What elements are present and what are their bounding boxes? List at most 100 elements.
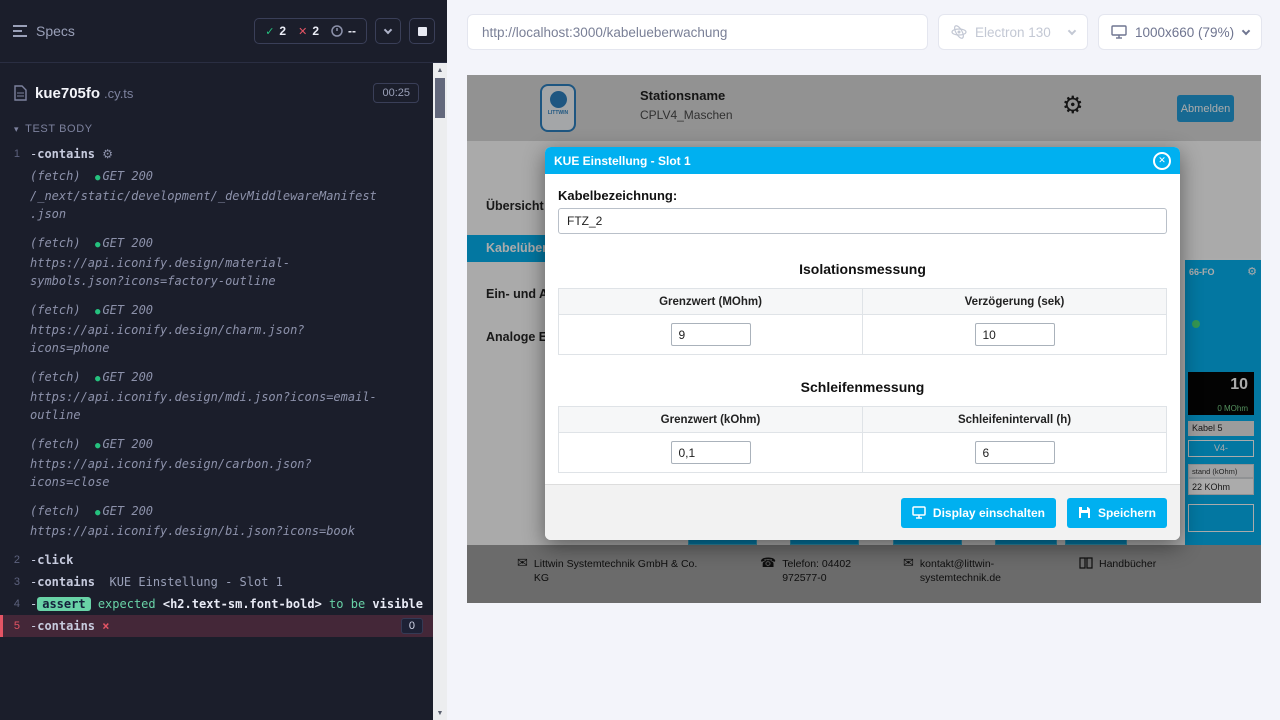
loop-grenzwert-input[interactable] <box>671 441 751 464</box>
fetch-status: GET 200 <box>102 504 153 518</box>
command-log: kue705fo .cy.ts 00:25 ▾ TEST BODY 1 cont… <box>0 63 433 720</box>
chevron-down-icon <box>1068 26 1076 34</box>
dialog-title: KUE Einstellung - Slot 1 <box>554 154 691 168</box>
monitor-icon <box>1111 25 1127 39</box>
status-dot-icon: ● <box>95 441 100 451</box>
command-row-assert[interactable]: 4 assert expected <h2.text-sm.font-bold>… <box>0 593 433 615</box>
specs-menu-button[interactable]: Specs <box>12 23 75 39</box>
save-label: Speichern <box>1098 506 1156 520</box>
aut-toolbar: Electron 130 1000x660 (79%) <box>447 0 1280 64</box>
network-log-row[interactable]: (fetch) ●GET 200 https://api.iconify.des… <box>0 299 433 359</box>
command-row[interactable]: 2 click <box>0 549 433 571</box>
status-dot-icon: ● <box>95 173 100 183</box>
assert-to: to <box>329 597 343 611</box>
command-number: 4 <box>0 595 30 610</box>
save-button[interactable]: Speichern <box>1067 498 1167 528</box>
fetch-url: https://api.iconify.design/bi.json?icons… <box>30 522 382 540</box>
pending-count: -- <box>331 24 356 38</box>
assert-expected: expected <box>98 597 156 611</box>
isolation-section-title: Isolationsmessung <box>558 261 1167 277</box>
fetch-url: https://api.iconify.design/mdi.json?icon… <box>30 388 382 424</box>
caret-down-icon: ▾ <box>14 124 19 135</box>
fetch-label: (fetch) <box>30 370 81 384</box>
cable-name-input[interactable] <box>558 208 1167 234</box>
fetch-status: GET 200 <box>102 437 153 451</box>
loop-col-grenzwert: Grenzwert (kOhm) <box>559 407 863 433</box>
spec-duration-badge: 00:25 <box>373 83 419 103</box>
gear-icon: ⚙ <box>102 147 113 161</box>
status-dot-icon: ● <box>95 307 100 317</box>
scroll-up-icon[interactable]: ▲ <box>433 63 447 77</box>
command-number: 5 <box>3 617 30 632</box>
stop-tests-button[interactable] <box>409 18 435 44</box>
spec-name: kue705fo <box>35 85 100 102</box>
element-count-badge: 0 <box>401 618 423 634</box>
clock-icon <box>331 25 343 37</box>
network-log-row[interactable]: (fetch) ●GET 200 /_next/static/developme… <box>0 165 433 225</box>
spec-file-icon <box>14 85 27 101</box>
failed-argument: × <box>102 619 109 633</box>
address-bar[interactable] <box>467 14 928 50</box>
command-method: contains <box>37 619 95 633</box>
close-icon[interactable]: ✕ <box>1153 152 1171 170</box>
assert-method: assert <box>37 597 90 611</box>
chevron-down-icon <box>1242 26 1250 34</box>
status-dot-icon: ● <box>95 508 100 518</box>
fetch-url: https://api.iconify.design/carbon.json?i… <box>30 455 382 491</box>
isolation-table: Grenzwert (MOhm) Verzögerung (sek) <box>558 288 1167 355</box>
passed-number: 2 <box>279 24 286 38</box>
cross-icon: ✕ <box>298 25 307 38</box>
assert-target: <h2.text-sm.font-bold> <box>163 597 322 611</box>
command-message: KUE Einstellung - Slot 1 <box>109 575 282 589</box>
viewport-select[interactable]: 1000x660 (79%) <box>1098 14 1262 50</box>
loop-intervall-input[interactable] <box>975 441 1055 464</box>
fetch-url: /_next/static/development/_devMiddleware… <box>30 187 382 223</box>
iso-verzoegerung-input[interactable] <box>975 323 1055 346</box>
network-log-row[interactable]: (fetch) ●GET 200 https://api.iconify.des… <box>0 433 433 493</box>
command-method: click <box>37 553 73 567</box>
browser-label: Electron 130 <box>975 25 1051 40</box>
reporter-scrollbar[interactable]: ▲ ▼ <box>433 63 447 720</box>
network-log-row[interactable]: (fetch) ●GET 200 https://api.iconify.des… <box>0 500 433 542</box>
specs-label: Specs <box>36 23 75 39</box>
command-row-failed[interactable]: 5 contains × 0 <box>0 615 433 637</box>
fetch-label: (fetch) <box>30 437 81 451</box>
loop-col-intervall: Schleifenintervall (h) <box>863 407 1167 433</box>
command-method: contains <box>37 575 95 589</box>
assert-state: visible <box>372 597 423 611</box>
command-method: contains <box>37 147 95 161</box>
command-row[interactable]: 3 contains KUE Einstellung - Slot 1 <box>0 571 433 593</box>
spec-extension: .cy.ts <box>104 86 133 101</box>
aut-panel: Electron 130 1000x660 (79%) LITTWIN Stat… <box>447 0 1280 720</box>
iso-col-grenzwert: Grenzwert (MOhm) <box>559 289 863 315</box>
scroll-down-icon[interactable]: ▼ <box>433 706 447 720</box>
pending-number: -- <box>348 24 356 38</box>
scrollbar-thumb[interactable] <box>435 78 445 118</box>
passed-count: ✓2 <box>265 24 286 38</box>
stop-icon <box>418 27 427 36</box>
collapse-reporter-button[interactable] <box>375 18 401 44</box>
fetch-label: (fetch) <box>30 504 81 518</box>
command-number: 1 <box>0 145 30 160</box>
chevron-down-icon <box>384 25 392 33</box>
display-on-button[interactable]: Display einschalten <box>901 498 1056 528</box>
browser-select[interactable]: Electron 130 <box>938 14 1088 50</box>
test-body-toggle[interactable]: ▾ TEST BODY <box>0 109 433 143</box>
fetch-label: (fetch) <box>30 303 81 317</box>
test-stats: ✓2 ✕2 -- <box>254 18 367 44</box>
section-label: TEST BODY <box>25 123 93 135</box>
dialog-header: KUE Einstellung - Slot 1 ✕ <box>545 147 1180 174</box>
spec-file-row[interactable]: kue705fo .cy.ts 00:25 <box>0 77 433 109</box>
network-log-row[interactable]: (fetch) ●GET 200 https://api.iconify.des… <box>0 366 433 426</box>
failed-number: 2 <box>312 24 319 38</box>
viewport-label: 1000x660 (79%) <box>1135 25 1234 40</box>
reporter-header: Specs ✓2 ✕2 -- <box>0 0 447 63</box>
command-row[interactable]: 1 contains ⚙ <box>0 143 433 165</box>
status-dot-icon: ● <box>95 374 100 384</box>
iso-grenzwert-input[interactable] <box>671 323 751 346</box>
network-log-row[interactable]: (fetch) ●GET 200 https://api.iconify.des… <box>0 232 433 292</box>
assert-be: be <box>351 597 365 611</box>
failed-count: ✕2 <box>298 24 319 38</box>
status-dot-icon: ● <box>95 240 100 250</box>
fetch-url: https://api.iconify.design/charm.json?ic… <box>30 321 382 357</box>
